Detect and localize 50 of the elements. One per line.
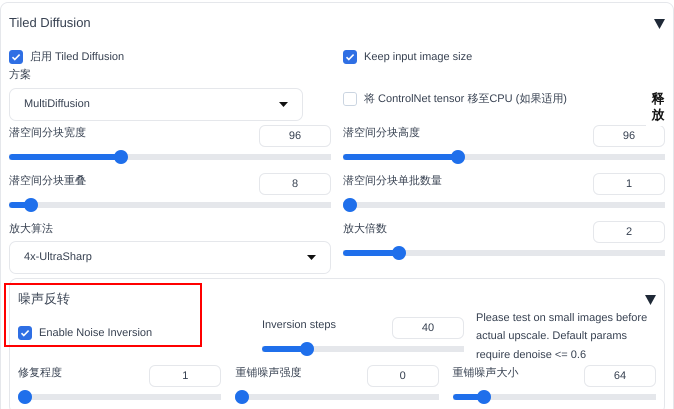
slider-label: 潜空间分块重叠 bbox=[9, 174, 86, 188]
slider-label: 潜空间分块宽度 bbox=[9, 126, 86, 140]
slider-label: 重铺噪声大小 bbox=[452, 366, 519, 381]
slider-label: Inversion steps bbox=[262, 318, 336, 332]
number-field[interactable]: 1 bbox=[593, 172, 665, 194]
number-field[interactable]: 96 bbox=[593, 124, 665, 146]
slider-thumb[interactable] bbox=[114, 150, 128, 164]
number-field[interactable]: 40 bbox=[392, 316, 464, 338]
slider-label: 潜空间分块单批数量 bbox=[343, 174, 442, 188]
caret-icon bbox=[279, 102, 288, 106]
slider-thumb[interactable] bbox=[18, 390, 32, 404]
dropdown-label: 方案 bbox=[9, 68, 32, 83]
caret-icon bbox=[307, 255, 316, 260]
panel-title: Tiled Diffusion bbox=[9, 14, 91, 32]
collapse-icon[interactable] bbox=[654, 16, 665, 30]
checkbox-label[interactable]: 启用 Tiled Diffusion bbox=[30, 48, 124, 65]
number-field[interactable]: 1 bbox=[149, 364, 222, 387]
number-field[interactable]: 8 bbox=[259, 172, 331, 194]
checkbox[interactable] bbox=[9, 50, 23, 64]
note-text: Please test on small images before actual upscale. Default params require denoise <= 0.6 bbox=[476, 310, 648, 363]
dropdown-value: MultiDiffusion bbox=[24, 96, 90, 112]
slider-label: 潜空间分块高度 bbox=[343, 126, 420, 140]
number-field[interactable]: 96 bbox=[259, 124, 331, 146]
slider-thumb[interactable] bbox=[235, 390, 250, 404]
check-icon bbox=[20, 328, 30, 338]
number-field[interactable]: 0 bbox=[366, 364, 439, 387]
slider-thumb[interactable] bbox=[450, 150, 465, 164]
number-field[interactable]: 64 bbox=[584, 364, 656, 387]
check-icon bbox=[11, 52, 21, 62]
check-icon bbox=[345, 52, 355, 62]
checkbox[interactable] bbox=[18, 326, 32, 340]
slider-label: 修复程度 bbox=[18, 366, 62, 381]
dropdown[interactable]: 4x-UltraSharp bbox=[9, 241, 331, 274]
collapse-icon[interactable] bbox=[645, 292, 656, 306]
dropdown[interactable]: MultiDiffusion bbox=[9, 88, 303, 120]
number-field[interactable]: 2 bbox=[593, 220, 665, 242]
dropdown-value: 4x-UltraSharp bbox=[24, 250, 92, 266]
checkbox-label[interactable]: Keep input image size bbox=[364, 48, 472, 65]
slider-thumb[interactable] bbox=[392, 246, 406, 260]
slider-thumb[interactable] bbox=[24, 198, 38, 212]
dropdown-label: 放大算法 bbox=[9, 222, 54, 236]
slider-thumb[interactable] bbox=[300, 342, 314, 356]
checkbox-label[interactable]: 将 ControlNet tensor 移至CPU (如果适用) bbox=[364, 90, 567, 107]
slider-label: 重铺噪声强度 bbox=[235, 366, 302, 381]
section-title: 噪声反转 bbox=[18, 290, 70, 308]
slider-thumb[interactable] bbox=[343, 198, 357, 212]
checkbox[interactable] bbox=[343, 50, 357, 64]
checkbox-label[interactable]: Enable Noise Inversion bbox=[39, 324, 152, 341]
slider-label: 放大倍数 bbox=[343, 222, 387, 236]
slider-thumb[interactable] bbox=[477, 390, 492, 404]
